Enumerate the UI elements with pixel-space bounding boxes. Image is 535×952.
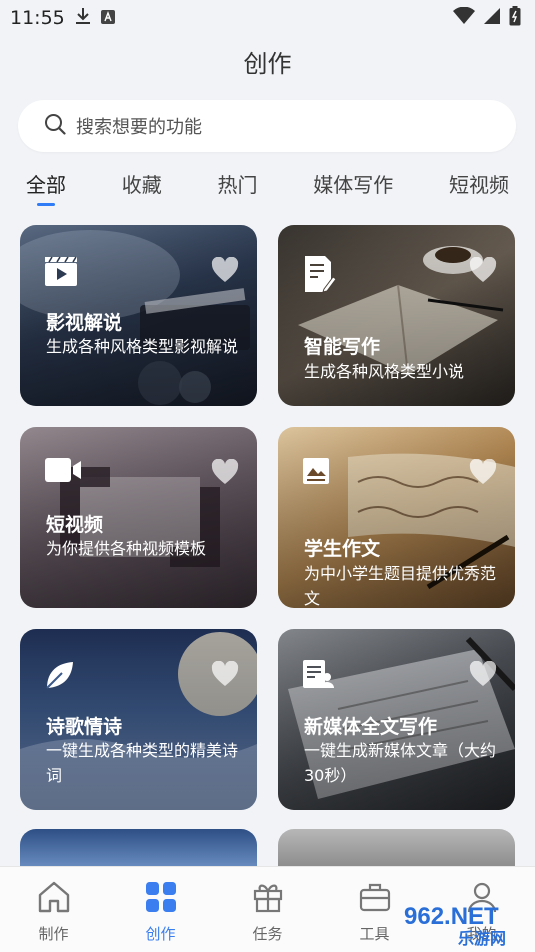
card-title: 影视解说: [46, 312, 123, 334]
tab-label: 媒体写作: [313, 173, 394, 197]
card-description: 生成各种风格类型影视解说: [46, 337, 239, 356]
card-partial-right[interactable]: [278, 829, 515, 869]
leaf-icon: [44, 659, 76, 695]
search-icon: [44, 113, 66, 139]
search-placeholder: 搜索想要的功能: [76, 117, 202, 138]
tab-label: 收藏: [121, 173, 162, 197]
card-partial-left[interactable]: [20, 829, 257, 869]
card-description: 一键生成新媒体文章（大约30秒）: [304, 741, 497, 785]
watermark-subtext: 乐游网: [458, 929, 506, 948]
favorite-heart-icon[interactable]: [211, 256, 239, 287]
user-document-icon: [302, 659, 334, 693]
active-tab-indicator: [37, 203, 55, 206]
card-description: 生成各种风格类型小说: [304, 362, 465, 381]
card-short-video[interactable]: 短视频 为你提供各种视频模板: [20, 427, 257, 608]
search-input[interactable]: 搜索想要的功能: [18, 100, 516, 152]
card-title: 智能写作: [304, 336, 381, 358]
tab-label: 全部: [26, 173, 66, 197]
favorite-heart-icon[interactable]: [469, 458, 497, 489]
card-poetry[interactable]: 诗歌情诗 一键生成各种类型的精美诗词: [20, 629, 257, 810]
tab-popular[interactable]: 热门: [218, 165, 258, 209]
card-description: 一键生成各种类型的精美诗词: [46, 741, 239, 785]
page-title: 创作: [243, 50, 292, 78]
grid-icon: [145, 881, 177, 917]
card-title: 新媒体全文写作: [304, 716, 438, 738]
nav-label: 工具: [359, 925, 390, 943]
home-icon: [37, 881, 71, 917]
tab-all[interactable]: 全部: [26, 165, 66, 209]
nav-label: 制作: [38, 925, 69, 943]
nav-item-create[interactable]: 创作: [121, 867, 201, 952]
watermark-text: 962.NET: [404, 903, 499, 930]
status-time: 11:55: [10, 7, 65, 29]
feature-grid: 影视解说 生成各种风格类型影视解说 智能写作 生成各种风格类型小说 短视频 为你…: [20, 225, 515, 810]
category-tabs: 全部 收藏 热门 媒体写作 短视频: [0, 165, 535, 209]
tab-short-video[interactable]: 短视频: [449, 165, 509, 209]
signal-icon: [483, 7, 501, 29]
favorite-heart-icon[interactable]: [469, 660, 497, 691]
card-film-commentary[interactable]: 影视解说 生成各种风格类型影视解说: [20, 225, 257, 406]
edit-document-icon: [302, 255, 337, 297]
favorite-heart-icon[interactable]: [211, 458, 239, 489]
tab-label: 短视频: [449, 173, 509, 197]
gift-icon: [252, 881, 284, 917]
tab-label: 热门: [217, 173, 258, 197]
card-description: 为中小学生题目提供优秀范文: [304, 564, 497, 608]
card-description: 为你提供各种视频模板: [46, 539, 207, 558]
battery-icon: [509, 6, 521, 30]
status-bar: 11:55: [0, 0, 535, 36]
tab-media-writing[interactable]: 媒体写作: [313, 165, 393, 209]
wifi-icon: [453, 6, 475, 29]
nav-label: 任务: [252, 925, 283, 943]
tab-favorites[interactable]: 收藏: [122, 165, 162, 209]
favorite-heart-icon[interactable]: [211, 660, 239, 691]
clapperboard-icon: [44, 255, 78, 291]
card-title: 诗歌情诗: [46, 716, 123, 738]
card-title: 学生作文: [304, 538, 381, 560]
nav-label: 创作: [145, 925, 176, 943]
watermark-logo: 962.NET 乐游网: [398, 898, 528, 948]
download-icon: [75, 7, 91, 29]
video-camera-icon: [44, 457, 82, 487]
card-smart-writing[interactable]: 智能写作 生成各种风格类型小说: [278, 225, 515, 406]
card-student-essay[interactable]: 学生作文 为中小学生题目提供优秀范文: [278, 427, 515, 608]
toolbox-icon: [359, 881, 391, 917]
nav-item-tasks[interactable]: 任务: [228, 867, 308, 952]
nav-item-make[interactable]: 制作: [14, 867, 94, 952]
card-title: 短视频: [46, 514, 104, 536]
image-document-icon: [302, 457, 330, 489]
app-notification-icon: [100, 9, 115, 28]
favorite-heart-icon[interactable]: [469, 256, 497, 287]
card-new-media-writing[interactable]: 新媒体全文写作 一键生成新媒体文章（大约30秒）: [278, 629, 515, 810]
